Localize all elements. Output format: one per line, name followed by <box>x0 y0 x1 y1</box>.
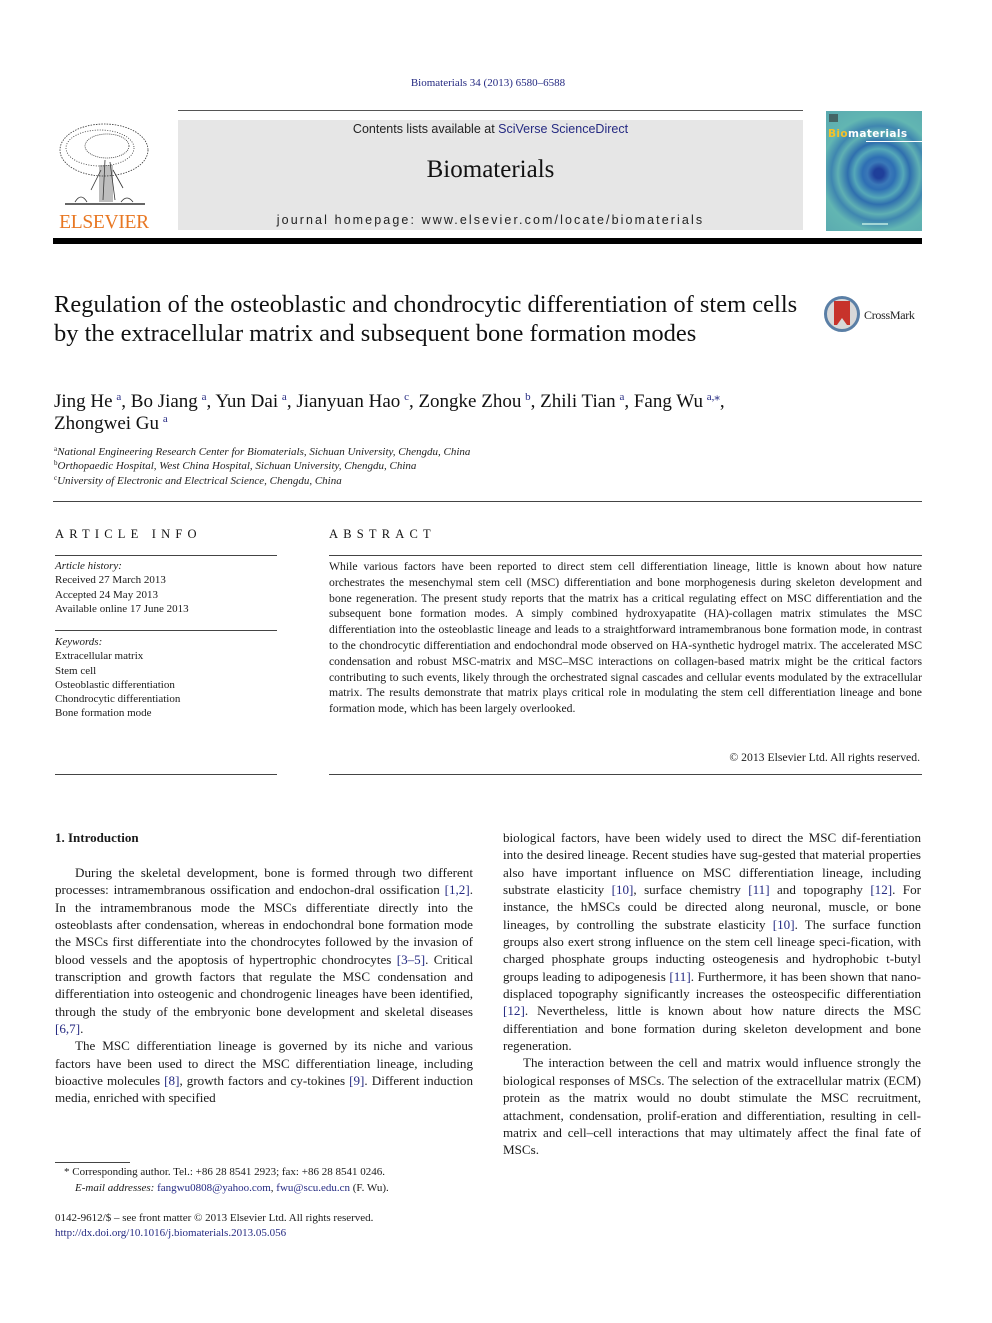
affiliation-marker[interactable]: a <box>116 391 121 403</box>
header-thick-rule <box>53 238 922 244</box>
affiliation-marker[interactable]: a <box>282 391 287 403</box>
keyword: Chondrocytic differentiation <box>55 693 181 706</box>
author-list: Jing He a, Bo Jiang a, Yun Dai a, Jianyu… <box>54 391 725 434</box>
author-name[interactable]: Jing He <box>54 391 116 412</box>
issn-block: 0142-9612/$ – see front matter © 2013 El… <box>55 1211 373 1241</box>
journal-banner: Contents lists available at SciVerse Sci… <box>178 120 803 230</box>
article-title: Regulation of the osteoblastic and chond… <box>54 291 798 347</box>
elsevier-tree-icon <box>59 123 149 205</box>
author-name[interactable]: Jianyuan Hao <box>296 391 404 412</box>
cover-elsevier-emblem-icon <box>829 114 838 122</box>
section-rule <box>53 501 922 502</box>
journal-name: Biomaterials <box>426 156 555 183</box>
footnote-marker: * <box>64 1166 70 1178</box>
keyword: Osteoblastic differentiation <box>55 678 175 691</box>
email-link[interactable]: fangwu0808@yahoo.com <box>157 1182 271 1194</box>
keyword: Extracellular matrix <box>55 650 144 663</box>
citation-link[interactable]: [11] <box>748 882 769 897</box>
citation-link[interactable]: [10] <box>773 917 795 932</box>
keywords-label: Keywords: <box>55 636 103 648</box>
affiliation-text: University of Electronic and Electrical … <box>57 474 342 487</box>
email-link[interactable]: fwu@scu.edu.cn <box>276 1182 350 1194</box>
citation-link[interactable]: [9] <box>349 1073 364 1088</box>
affiliation-list: aNational Engineering Research Center fo… <box>54 445 470 488</box>
affiliation-marker[interactable]: a <box>163 413 168 425</box>
keyword: Bone formation mode <box>55 707 152 720</box>
introduction-heading: 1. Introduction <box>55 830 139 845</box>
corresponding-author-footnote: * Corresponding author. Tel.: +86 28 854… <box>55 1165 389 1196</box>
abstract-text: While various factors have been reported… <box>329 560 922 716</box>
citation-link[interactable]: [12] <box>870 882 892 897</box>
cover-title: Biomaterials <box>828 128 908 140</box>
body-paragraph: During the skeletal development, bone is… <box>55 865 473 1037</box>
footnote-rule <box>55 1162 130 1163</box>
issn-line: 0142-9612/$ – see front matter © 2013 El… <box>55 1212 374 1224</box>
crossmark-button[interactable]: CrossMark <box>824 296 924 336</box>
elsevier-wordmark: ELSEVIER <box>59 212 149 233</box>
citation-link[interactable]: [10] <box>612 882 634 897</box>
abstract-heading: ABSTRACT <box>329 527 436 541</box>
citation-link[interactable]: [1,2] <box>445 882 470 897</box>
history-received: Received 27 March 2013 <box>55 574 166 587</box>
sciencedirect-link[interactable]: SciVerse ScienceDirect <box>498 122 628 136</box>
affiliation-marker[interactable]: c <box>404 391 409 403</box>
article-info-rule <box>55 630 277 631</box>
footnote-corresponding: Corresponding author. Tel.: +86 28 8541 … <box>72 1166 385 1178</box>
article-history: Article history: Received 27 March 2013 … <box>55 559 189 616</box>
abstract-rule <box>329 774 922 775</box>
author-name[interactable]: Fang Wu <box>634 391 707 412</box>
affiliation-marker[interactable]: a,⁎ <box>707 391 720 403</box>
body-paragraph: The interaction between the cell and mat… <box>503 1055 921 1158</box>
affiliation-marker[interactable]: b <box>525 391 531 403</box>
history-online: Available online 17 June 2013 <box>55 602 189 615</box>
author-name[interactable]: Zhili Tian <box>540 391 619 412</box>
doi-link[interactable]: http://dx.doi.org/10.1016/j.biomaterials… <box>55 1227 286 1239</box>
body-paragraph: The MSC differentiation lineage is gover… <box>55 1038 473 1106</box>
author-name[interactable]: Yun Dai <box>215 391 282 412</box>
contents-line: Contents lists available at SciVerse Sci… <box>178 122 803 136</box>
author-name[interactable]: Zhongwei Gu <box>54 413 163 434</box>
abstract-rule <box>329 555 922 556</box>
cover-rule <box>866 141 922 142</box>
elsevier-logo[interactable]: ELSEVIER <box>53 120 155 233</box>
keyword: Stem cell <box>55 664 97 677</box>
article-info-rule <box>55 555 277 556</box>
cover-footer-mark <box>862 223 888 225</box>
citation-link[interactable]: [8] <box>164 1073 179 1088</box>
history-accepted: Accepted 24 May 2013 <box>55 588 158 601</box>
journal-cover-thumbnail[interactable]: Biomaterials <box>826 111 922 231</box>
footnote-emails: E-mail addresses: fangwu0808@yahoo.com, … <box>75 1181 389 1194</box>
citation-link[interactable]: [12] <box>503 1003 525 1018</box>
body-paragraph: biological factors, have been widely use… <box>503 830 921 1054</box>
article-info-heading: ARTICLE INFO <box>55 527 202 541</box>
journal-citation[interactable]: Biomaterials 34 (2013) 6580–6588 <box>0 77 976 89</box>
author-name[interactable]: Zongke Zhou <box>418 391 525 412</box>
citation-link[interactable]: [3–5] <box>397 952 425 967</box>
journal-homepage[interactable]: journal homepage: www.elsevier.com/locat… <box>178 213 803 227</box>
affiliation-text: National Engineering Research Center for… <box>57 446 471 458</box>
citation-link[interactable]: [6,7] <box>55 1021 80 1036</box>
citation-link[interactable]: [11] <box>669 969 690 984</box>
affiliation-marker[interactable]: a <box>619 391 624 403</box>
affiliation-text: Orthopaedic Hospital, West China Hospita… <box>57 460 417 473</box>
affiliation-marker[interactable]: a <box>202 391 207 403</box>
affiliation: cUniversity of Electronic and Electrical… <box>54 474 470 488</box>
email-label: E-mail addresses: <box>75 1181 155 1194</box>
body-column-left: During the skeletal development, bone is… <box>55 864 473 1107</box>
article-info-rule <box>55 774 277 775</box>
crossmark-label: CrossMark <box>864 308 915 322</box>
crossmark-notch <box>837 318 847 325</box>
affiliation: bOrthopaedic Hospital, West China Hospit… <box>54 459 470 473</box>
keywords: Keywords: Extracellular matrix Stem cell… <box>55 635 180 721</box>
contents-prefix: Contents lists available at <box>352 122 499 136</box>
abstract-copyright: © 2013 Elsevier Ltd. All rights reserved… <box>729 751 920 764</box>
author-name[interactable]: Bo Jiang <box>131 391 202 412</box>
email-suffix: (F. Wu). <box>349 1181 389 1194</box>
affiliation: aNational Engineering Research Center fo… <box>54 445 470 459</box>
article-history-label: Article history: <box>55 560 122 572</box>
header-rule <box>178 110 803 111</box>
body-column-right: biological factors, have been widely use… <box>503 829 921 1159</box>
